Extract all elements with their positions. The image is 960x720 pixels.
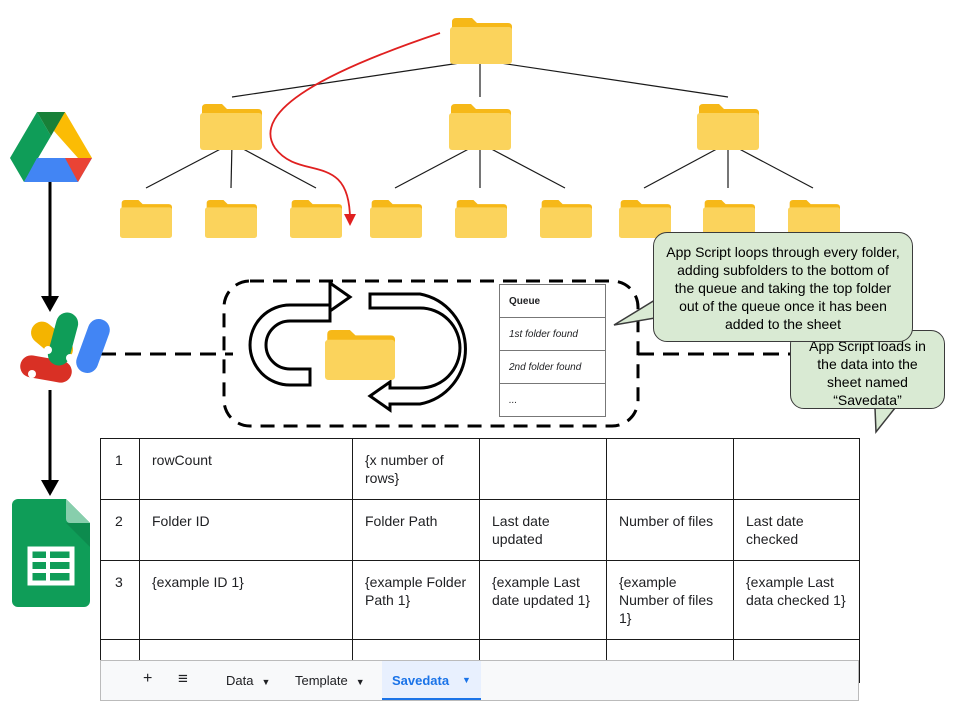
folder-icon: [205, 200, 257, 238]
folder-icon: [325, 330, 395, 380]
table-cell[interactable]: {example Folder Path 1}: [352, 560, 480, 640]
table-row: 3 {example ID 1} {example Folder Path 1} {e…: [100, 560, 860, 640]
queue-table: Queue 1st folder found 2nd folder found …: [499, 284, 606, 417]
savedata-sheet: 1 rowCount {x number of rows} 2 Folder ID Fol…: [100, 438, 860, 683]
chevron-down-icon: ▼: [261, 677, 271, 687]
google-drive-icon: [10, 112, 92, 182]
table-cell[interactable]: Folder ID: [139, 499, 353, 561]
tab-data[interactable]: Data ▼: [226, 673, 270, 688]
row-number-cell[interactable]: 1: [100, 438, 140, 500]
folder-icon: [697, 104, 759, 150]
folder-icon: [450, 18, 512, 64]
folder-icon: [455, 200, 507, 238]
table-cell[interactable]: Number of files: [606, 499, 734, 561]
chevron-down-icon: ▼: [355, 677, 365, 687]
folder-icon: [370, 200, 422, 238]
table-cell[interactable]: {example ID 1}: [139, 560, 353, 640]
tab-savedata[interactable]: Savedata ▼: [382, 661, 481, 700]
chevron-down-icon: ▼: [462, 675, 471, 685]
table-cell[interactable]: {example Last data checked 1}: [733, 560, 860, 640]
loop-callout: App Script loops through every folder, a…: [653, 232, 913, 342]
table-cell[interactable]: [733, 438, 860, 500]
folder-icon: [540, 200, 592, 238]
folder-icon: [200, 104, 262, 150]
table-cell[interactable]: [479, 438, 607, 500]
table-cell[interactable]: {example Last date updated 1}: [479, 560, 607, 640]
table-cell[interactable]: Folder Path: [352, 499, 480, 561]
table-cell[interactable]: Last date checked: [733, 499, 860, 561]
google-sheets-icon: [12, 499, 90, 607]
all-sheets-menu-icon[interactable]: ≡: [178, 669, 188, 689]
table-cell[interactable]: rowCount: [139, 438, 353, 500]
queue-header: Queue: [500, 285, 605, 318]
folder-icon: [290, 200, 342, 238]
table-row: 2 Folder ID Folder Path Last date updated Nu…: [100, 499, 860, 561]
table-row: 1 rowCount {x number of rows}: [100, 438, 860, 500]
queue-item: ...: [509, 394, 518, 406]
queue-item: 2nd folder found: [500, 351, 605, 384]
row-number-cell[interactable]: 3: [100, 560, 140, 640]
tab-template[interactable]: Template ▼: [295, 673, 365, 688]
folder-icon: [449, 104, 511, 150]
row-number-cell[interactable]: 2: [100, 499, 140, 561]
table-cell[interactable]: {x number of rows}: [352, 438, 480, 500]
table-cell[interactable]: {example Number of files 1}: [606, 560, 734, 640]
sheet-tabs-bar: + ≡ Data ▼ Template ▼ Savedata ▼: [100, 660, 859, 701]
table-cell[interactable]: Last date updated: [479, 499, 607, 561]
table-cell[interactable]: [606, 438, 734, 500]
apps-script-icon: [20, 312, 110, 383]
folder-icon: [120, 200, 172, 238]
add-sheet-button[interactable]: +: [143, 670, 152, 688]
queue-item: 1st folder found: [500, 318, 605, 351]
